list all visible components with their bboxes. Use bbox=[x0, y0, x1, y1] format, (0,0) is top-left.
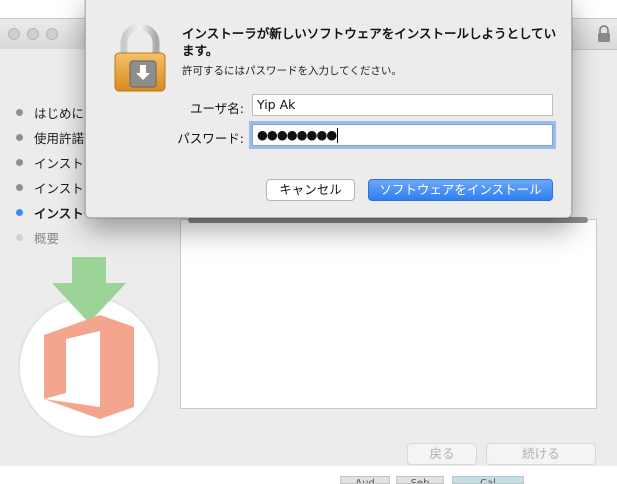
padlock-icon bbox=[114, 25, 166, 92]
dialog-message: 許可するにはパスワードを入力してください。 bbox=[182, 65, 402, 77]
dialog-title: インストーラが新しいソフトウェアをインストールしようとしています。 bbox=[182, 26, 557, 58]
step-label: 概要 bbox=[34, 231, 60, 246]
step-dot bbox=[16, 134, 23, 141]
text-caret bbox=[337, 128, 339, 143]
office-logo-icon bbox=[18, 257, 160, 438]
step-dot bbox=[16, 159, 23, 166]
step-label: はじめに bbox=[34, 106, 85, 121]
step-dot-future bbox=[16, 234, 23, 241]
bottom-tab-seb[interactable]: Seb bbox=[396, 476, 444, 484]
username-label: ユーザ名: bbox=[190, 101, 244, 116]
continue-button[interactable]: 続ける bbox=[486, 443, 596, 465]
bottom-tab-cal[interactable]: Cal bbox=[452, 476, 524, 484]
close-button[interactable] bbox=[8, 28, 20, 40]
auth-dialog: インストーラが新しいソフトウェアをインストールしようとしています。 許可するには… bbox=[85, 0, 572, 218]
step-introduction: はじめに bbox=[16, 103, 84, 122]
step-summary: 概要 bbox=[16, 228, 59, 247]
install-software-button[interactable]: ソフトウェアをインストール bbox=[368, 179, 553, 201]
step-dot-current bbox=[16, 209, 23, 216]
install-content-area bbox=[180, 219, 597, 409]
cancel-button[interactable]: キャンセル bbox=[266, 179, 355, 201]
password-label: パスワード: bbox=[177, 131, 244, 146]
bottom-tab-aud[interactable]: Aud bbox=[340, 476, 390, 484]
username-field[interactable]: Yip Ak bbox=[252, 94, 553, 116]
lock-icon bbox=[598, 25, 610, 42]
step-dot bbox=[16, 109, 23, 116]
back-button[interactable]: 戻る bbox=[407, 443, 477, 465]
zoom-button[interactable] bbox=[46, 28, 58, 40]
step-dot bbox=[16, 184, 23, 191]
password-field[interactable]: ●●●●●●●● bbox=[252, 124, 553, 146]
password-mask: ●●●●●●●● bbox=[257, 127, 337, 142]
username-value: Yip Ak bbox=[257, 97, 296, 112]
minimize-button[interactable] bbox=[27, 28, 39, 40]
